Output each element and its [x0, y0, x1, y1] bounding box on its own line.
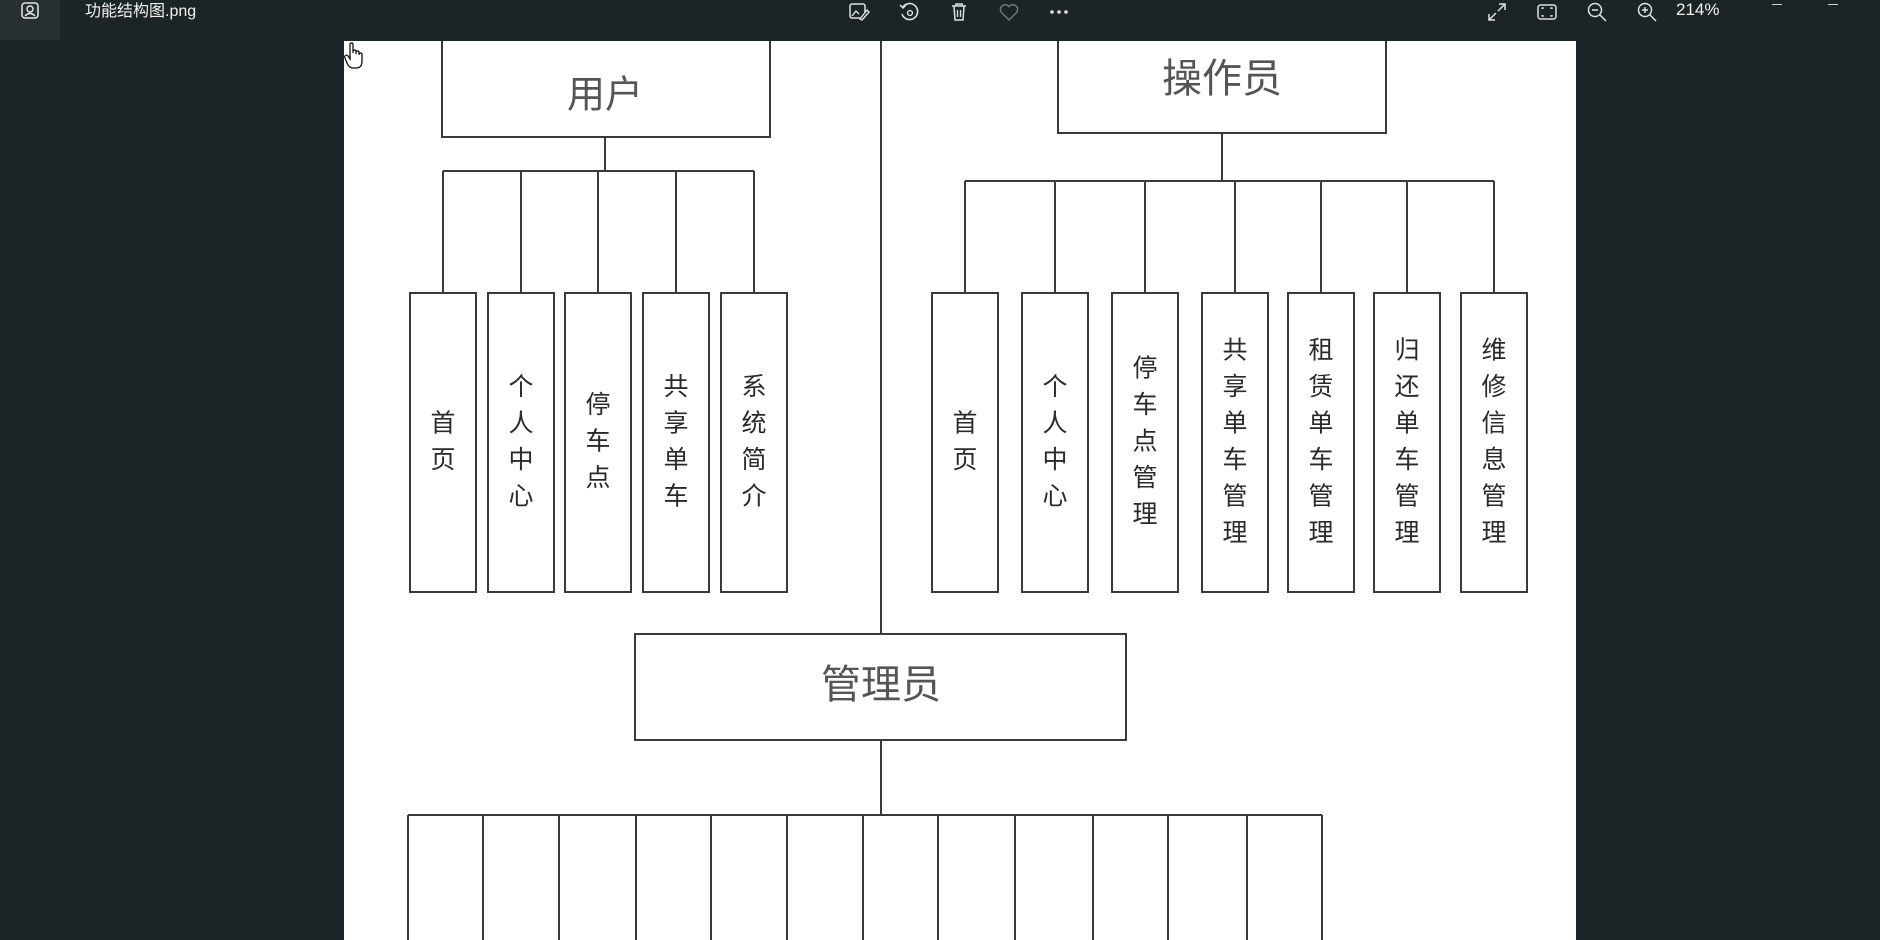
operator-node: 操作员 [1057, 41, 1387, 134]
delete-button[interactable] [943, 0, 975, 24]
more-options-button[interactable] [1043, 0, 1075, 24]
fullscreen-button[interactable] [1481, 0, 1513, 24]
zoom-out-icon [1587, 2, 1607, 22]
operator-child-label: 停车点管理 [1132, 354, 1157, 529]
favorite-button[interactable] [993, 0, 1025, 24]
operator-child-2: 停车点管理 [1111, 292, 1179, 593]
operator-child-box [1021, 292, 1089, 593]
fit-to-window-icon [1537, 4, 1557, 20]
image-canvas[interactable]: 用户 操作员 管理员 首页 个人中心 停车点 共享单车 系统简介 首页 个人中心 停车点管理… [344, 41, 1576, 940]
user-child-4: 系统简介 [720, 292, 788, 593]
user-child-box [642, 292, 710, 593]
operator-child-5: 归还单车管理 [1373, 292, 1441, 593]
fullscreen-icon [1488, 3, 1506, 21]
operator-child-4: 租赁单车管理 [1287, 292, 1355, 593]
operator-children: 首页个人中心 停车点管理 共享单车管理租赁单车管理归还单车管理维修信息管理 [931, 292, 1528, 593]
rotate-icon [899, 2, 919, 21]
rotate-button[interactable] [893, 0, 925, 24]
delete-icon [952, 3, 966, 21]
user-child-box [409, 292, 477, 593]
user-child-box [487, 292, 555, 593]
file-name: 功能结构图.png [85, 3, 197, 20]
operator-child-6: 维修信息管理 [1460, 292, 1528, 593]
zoom-level[interactable]: 214% [1676, 0, 1719, 20]
title-bar: 功能结构图.png 214% [0, 0, 1880, 40]
zoom-in-button[interactable] [1631, 0, 1663, 24]
user-node-label: 用户 [567, 73, 643, 117]
fit-to-window-button[interactable] [1531, 0, 1563, 24]
function-structure-diagram: 用户 操作员 管理员 首页个人中心停车点共享单车系统简介 首页个人中心停车点管理… [407, 41, 1528, 940]
user-child-1: 个人中心 [487, 292, 555, 593]
operator-child-3: 共享单车管理 [1201, 292, 1269, 593]
operator-child-1: 个人中心 [1021, 292, 1089, 593]
edit-image-icon [849, 3, 870, 21]
minimize-glyph[interactable] [1772, 0, 1782, 5]
user-child-2: 停车点 [564, 292, 632, 593]
user-child-0: 首页 [409, 292, 477, 593]
photos-app-icon [21, 2, 39, 19]
admin-node-label: 管理员 [821, 662, 941, 708]
more-icon [1050, 10, 1068, 14]
favorite-icon [999, 4, 1019, 22]
hand-cursor-icon [344, 42, 363, 69]
user-child-3: 共享单车 [642, 292, 710, 593]
operator-node-label: 操作员 [1162, 56, 1282, 102]
user-children: 首页个人中心 停车点 共享单车系统简介 [409, 292, 788, 593]
user-child-box [720, 292, 788, 593]
edit-image-button[interactable] [843, 0, 875, 24]
operator-child-0: 首页 [931, 292, 999, 593]
zoom-out-button[interactable] [1581, 0, 1613, 24]
user-child-label: 停车点 [585, 390, 610, 492]
operator-child-box [931, 292, 999, 593]
restore-glyph[interactable] [1828, 0, 1838, 5]
zoom-in-icon [1637, 2, 1657, 22]
user-node: 用户 [441, 41, 771, 138]
photos-app-button[interactable] [0, 0, 60, 40]
admin-node: 管理员 [634, 633, 1127, 741]
